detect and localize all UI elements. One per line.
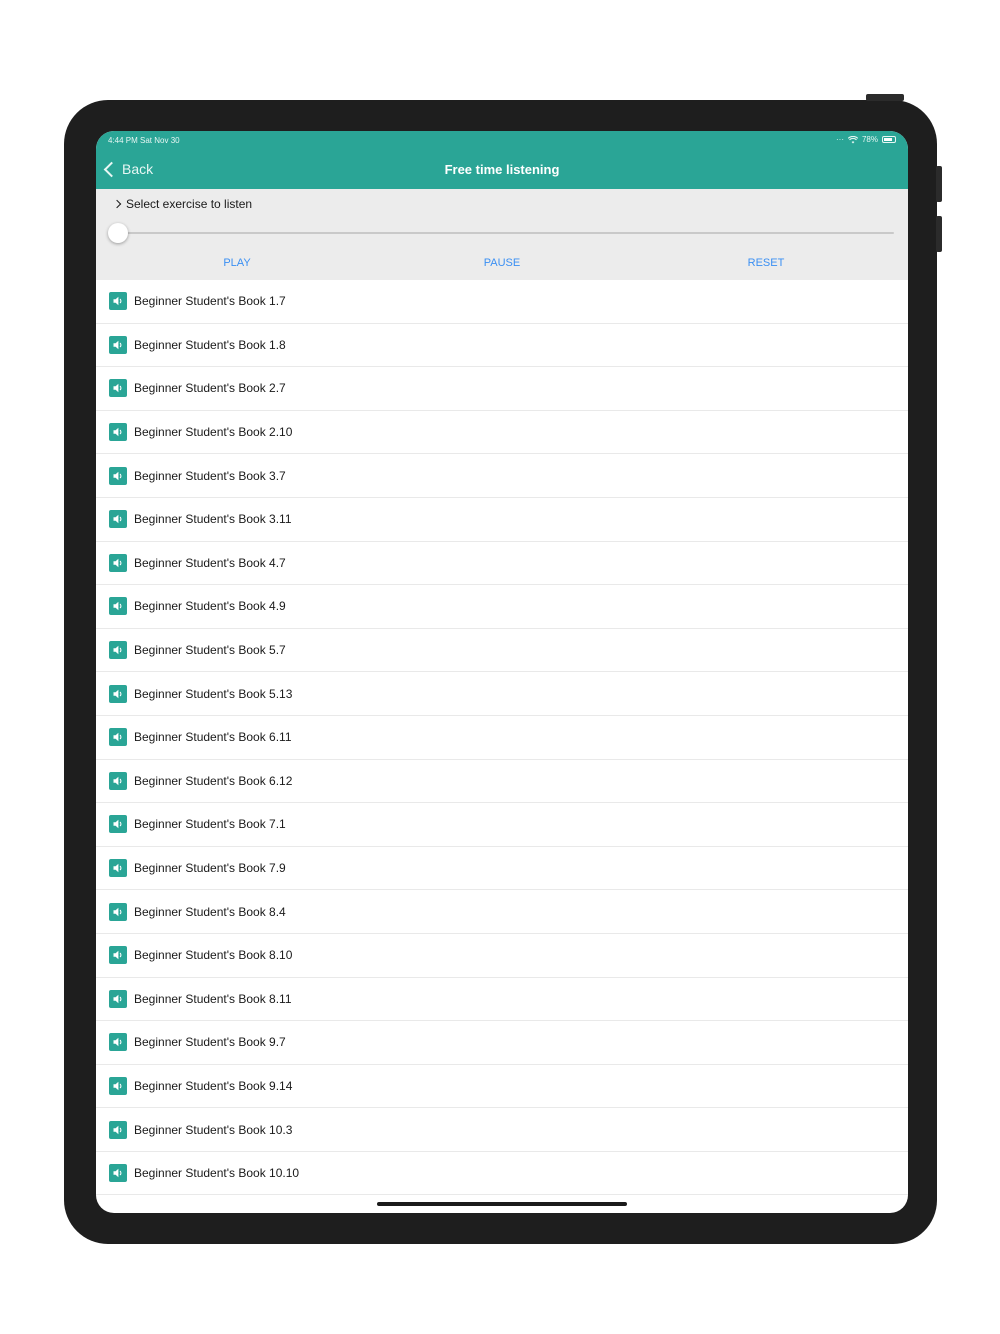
- progress-slider-track[interactable]: [118, 232, 894, 234]
- page-title: Free time listening: [444, 162, 560, 177]
- speaker-icon: [109, 292, 127, 311]
- speaker-icon: [109, 641, 127, 660]
- list-item-label: Beginner Student's Book 3.7: [134, 468, 286, 483]
- speaker-icon: [109, 510, 127, 529]
- speaker-icon: [109, 1033, 127, 1052]
- speaker-icon: [109, 684, 127, 703]
- battery-icon: [882, 136, 896, 143]
- list-item[interactable]: Beginner Student's Book 4.7: [96, 542, 908, 586]
- list-item-label: Beginner Student's Book 1.7: [134, 294, 286, 309]
- speaker-icon: [109, 771, 127, 790]
- list-item[interactable]: Beginner Student's Book 2.10: [96, 411, 908, 455]
- list-item[interactable]: Beginner Student's Book 4.9: [96, 585, 908, 629]
- list-item[interactable]: Beginner Student's Book 5.7: [96, 629, 908, 673]
- list-item-label: Beginner Student's Book 6.11: [134, 730, 292, 745]
- chevron-right-icon: [112, 199, 122, 209]
- speaker-icon: [109, 902, 127, 921]
- device-volume-up-button: [936, 166, 942, 202]
- play-button[interactable]: PLAY: [223, 257, 250, 269]
- list-item-label: Beginner Student's Book 7.9: [134, 861, 286, 876]
- list-item-label: Beginner Student's Book 5.13: [134, 686, 293, 701]
- list-item-label: Beginner Student's Book 5.7: [134, 643, 286, 658]
- list-item[interactable]: Beginner Student's Book 6.11: [96, 716, 908, 760]
- list-item-label: Beginner Student's Book 2.10: [134, 425, 293, 440]
- list-item-label: Beginner Student's Book 8.10: [134, 948, 293, 963]
- speaker-icon: [109, 597, 127, 616]
- wifi-icon: [847, 135, 858, 143]
- speaker-icon: [109, 466, 127, 485]
- navigation-bar: 4:44 PM Sat Nov 30 ··· 78% Back Free tim…: [96, 131, 908, 189]
- list-item[interactable]: Beginner Student's Book 8.11: [96, 978, 908, 1022]
- status-indicators: ··· 78%: [836, 135, 896, 144]
- progress-slider-thumb[interactable]: [108, 223, 128, 243]
- status-time: 4:44 PM Sat Nov 30: [108, 136, 180, 145]
- app-screen: 4:44 PM Sat Nov 30 ··· 78% Back Free tim…: [96, 131, 908, 1213]
- speaker-icon: [109, 859, 127, 878]
- list-item-label: Beginner Student's Book 8.4: [134, 904, 286, 919]
- speaker-icon: [109, 553, 127, 572]
- list-item[interactable]: Beginner Student's Book 9.14: [96, 1065, 908, 1109]
- list-item-label: Beginner Student's Book 1.8: [134, 337, 286, 352]
- list-item[interactable]: Beginner Student's Book 8.10: [96, 934, 908, 978]
- pause-button[interactable]: PAUSE: [484, 257, 520, 269]
- list-item-label: Beginner Student's Book 9.14: [134, 1078, 293, 1093]
- exercise-list: Beginner Student's Book 1.7 Beginner Stud…: [96, 280, 908, 1196]
- list-item[interactable]: Beginner Student's Book 7.9: [96, 847, 908, 891]
- home-indicator[interactable]: [377, 1202, 627, 1206]
- device-volume-down-button: [936, 216, 942, 252]
- list-item[interactable]: Beginner Student's Book 10.10: [96, 1152, 908, 1196]
- speaker-icon: [109, 1164, 127, 1183]
- list-item[interactable]: Beginner Student's Book 6.12: [96, 760, 908, 804]
- speaker-icon: [109, 379, 127, 398]
- list-item[interactable]: Beginner Student's Book 10.3: [96, 1108, 908, 1152]
- list-item-label: Beginner Student's Book 6.12: [134, 773, 293, 788]
- list-item-label: Beginner Student's Book 8.11: [134, 991, 292, 1006]
- list-item[interactable]: Beginner Student's Book 1.8: [96, 324, 908, 368]
- list-item-label: Beginner Student's Book 9.7: [134, 1035, 286, 1050]
- list-item[interactable]: Beginner Student's Book 2.7: [96, 367, 908, 411]
- speaker-icon: [109, 1120, 127, 1139]
- player-controls: Select exercise to listen PLAY PAUSE RES…: [96, 189, 908, 280]
- list-item-label: Beginner Student's Book 2.7: [134, 381, 286, 396]
- select-exercise-toggle[interactable]: Select exercise to listen: [112, 197, 253, 211]
- device-top-button: [866, 94, 904, 101]
- list-item[interactable]: Beginner Student's Book 3.11: [96, 498, 908, 542]
- select-exercise-label: Select exercise to listen: [126, 197, 253, 211]
- speaker-icon: [109, 815, 127, 834]
- list-item[interactable]: Beginner Student's Book 5.13: [96, 672, 908, 716]
- list-item[interactable]: Beginner Student's Book 7.1: [96, 803, 908, 847]
- speaker-icon: [109, 946, 127, 965]
- list-item-label: Beginner Student's Book 10.10: [134, 1166, 300, 1181]
- list-item[interactable]: Beginner Student's Book 3.7: [96, 454, 908, 498]
- list-item[interactable]: Beginner Student's Book 1.7: [96, 280, 908, 324]
- list-item-label: Beginner Student's Book 3.11: [134, 512, 292, 527]
- list-item[interactable]: Beginner Student's Book 8.4: [96, 890, 908, 934]
- list-item-label: Beginner Student's Book 4.7: [134, 555, 286, 570]
- list-item-label: Beginner Student's Book 7.1: [134, 817, 286, 832]
- reset-button[interactable]: RESET: [748, 257, 785, 269]
- signal-dots-icon: ···: [835, 135, 844, 144]
- list-item-label: Beginner Student's Book 10.3: [134, 1122, 293, 1137]
- speaker-icon: [109, 728, 127, 747]
- speaker-icon: [109, 989, 127, 1008]
- list-item-label: Beginner Student's Book 4.9: [134, 599, 286, 614]
- battery-percent: 78%: [861, 135, 878, 144]
- speaker-icon: [109, 423, 127, 442]
- speaker-icon: [109, 1076, 127, 1095]
- list-item[interactable]: Beginner Student's Book 9.7: [96, 1021, 908, 1065]
- speaker-icon: [109, 335, 127, 354]
